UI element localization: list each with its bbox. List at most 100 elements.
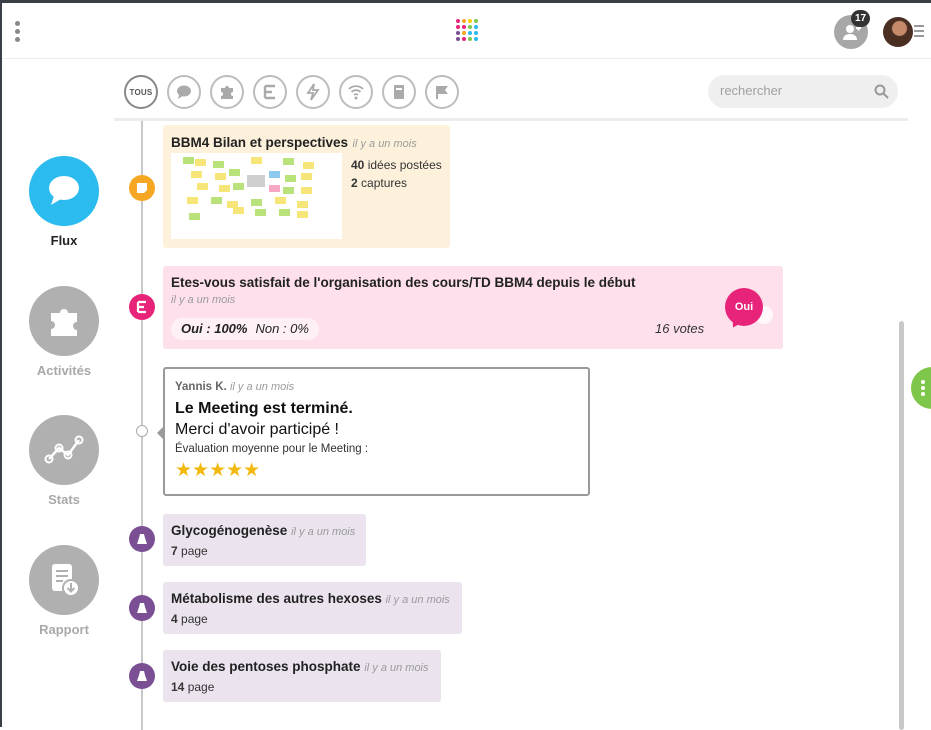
ideas-label: idées postées xyxy=(367,158,442,172)
poll-no-result: Non : 0% xyxy=(255,321,309,336)
captures-stat: 2 captures xyxy=(351,176,407,190)
filter-quick-button[interactable] xyxy=(296,75,330,109)
puzzle-icon xyxy=(51,309,77,336)
nav-rapport-circle xyxy=(29,545,99,615)
poll-card[interactable]: Etes-vous satisfait de l'organisation de… xyxy=(163,266,783,349)
poll-time: il y a un mois xyxy=(171,294,236,306)
user-menu-icon[interactable] xyxy=(914,25,924,40)
meeting-headline: Le Meeting est terminé. xyxy=(175,400,353,417)
brainstorm-dot xyxy=(129,175,155,201)
document-card[interactable]: Glycogénogenèse il y a un mois 7 page xyxy=(163,514,366,566)
poll-vote-count: 16 votes xyxy=(655,321,705,336)
filter-divider xyxy=(114,118,908,121)
flag-icon xyxy=(436,86,448,99)
document-title: Glycogénogenèse xyxy=(171,523,288,538)
side-panel-toggle[interactable] xyxy=(911,367,931,409)
document-card[interactable]: Métabolisme des autres hexoses il y a un… xyxy=(163,582,462,634)
brainstorm-card[interactable]: BBM4 Bilan et perspectives il y a un moi… xyxy=(163,125,450,248)
filter-flag-button[interactable] xyxy=(425,75,459,109)
document-icon xyxy=(137,671,147,681)
poll-dot xyxy=(129,294,155,320)
document-title: Voie des pentoses phosphate xyxy=(171,659,361,674)
document-page-count: 7 xyxy=(171,544,178,558)
document-page-count: 14 xyxy=(171,680,185,694)
document-pages: 4 page xyxy=(171,612,208,626)
feed-scrollbar[interactable] xyxy=(899,321,904,730)
meeting-time: il y a un mois xyxy=(229,381,295,393)
document-dot xyxy=(129,526,155,552)
captures-count: 2 xyxy=(351,176,358,190)
nav-activites-label: Activités xyxy=(36,363,92,378)
app-window: 17 TOUS Flux Activités Stats Rapport xyxy=(0,0,931,730)
nav-flux-label: Flux xyxy=(50,233,78,248)
ideas-count: 40 xyxy=(351,158,365,172)
poll-results: Oui : 100% Non : 0% xyxy=(171,318,319,340)
star-rating: ★★★★★ xyxy=(175,460,261,481)
filter-poll-button[interactable] xyxy=(253,75,287,109)
book-icon xyxy=(394,85,404,99)
filter-chat-button[interactable] xyxy=(167,75,201,109)
search-box xyxy=(708,75,898,108)
nav-rapport-label: Rapport xyxy=(39,622,89,637)
menu-kebab-icon[interactable] xyxy=(15,21,21,43)
meeting-thanks: Merci d'avoir participé ! xyxy=(175,421,339,438)
nav-activites-circle xyxy=(29,286,99,356)
poll-answer-bubble: Oui xyxy=(725,288,763,326)
filter-activity-button[interactable] xyxy=(210,75,244,109)
list-icon xyxy=(263,84,275,100)
document-pages-label: page xyxy=(187,680,215,694)
list-icon xyxy=(136,300,146,314)
meeting-author-line: Yannis K. il y a un mois xyxy=(175,381,294,393)
meeting-author: Yannis K. xyxy=(175,381,227,393)
search-icon[interactable] xyxy=(874,84,889,99)
graph-icon xyxy=(44,435,84,464)
document-card[interactable]: Voie des pentoses phosphate il y a un mo… xyxy=(163,650,441,702)
document-page-count: 4 xyxy=(171,612,178,626)
wifi-icon xyxy=(348,85,364,100)
document-icon xyxy=(137,534,147,544)
filter-live-button[interactable] xyxy=(339,75,373,109)
nav-flux[interactable]: Flux xyxy=(28,156,100,248)
nav-activites[interactable]: Activités xyxy=(28,286,100,378)
document-pages: 14 page xyxy=(171,680,214,694)
document-dot xyxy=(129,595,155,621)
document-title-line: Glycogénogenèse il y a un mois xyxy=(171,523,355,538)
top-bar: 17 xyxy=(2,3,931,59)
participants-count-badge: 17 xyxy=(851,10,871,27)
nav-stats-circle xyxy=(29,415,99,485)
brainstorm-title: BBM4 Bilan et perspectives xyxy=(171,135,349,150)
captures-label: captures xyxy=(361,176,408,190)
document-dot xyxy=(129,663,155,689)
nav-stats[interactable]: Stats xyxy=(28,415,100,507)
document-title-line: Métabolisme des autres hexoses il y a un… xyxy=(171,591,450,606)
document-icon xyxy=(137,603,147,613)
meeting-end-marker xyxy=(136,425,148,437)
filter-all-label: TOUS xyxy=(129,88,153,97)
poll-yes-result: Oui : 100% xyxy=(181,321,248,336)
document-pages: 7 page xyxy=(171,544,208,558)
document-title: Métabolisme des autres hexoses xyxy=(171,591,382,606)
nav-flux-circle xyxy=(29,156,99,226)
chat-icon xyxy=(177,85,191,99)
report-download-icon xyxy=(52,564,80,597)
meeting-rating-label: Évaluation moyenne pour le Meeting : xyxy=(175,443,369,455)
nav-stats-label: Stats xyxy=(48,492,80,507)
app-logo xyxy=(456,19,482,45)
user-avatar[interactable] xyxy=(883,17,913,47)
puzzle-icon xyxy=(221,86,233,99)
brainstorm-time: il y a un mois xyxy=(352,138,417,150)
feed-filter-bar: TOUS xyxy=(124,75,468,109)
document-title-line: Voie des pentoses phosphate il y a un mo… xyxy=(171,659,429,674)
filter-all-button[interactable]: TOUS xyxy=(124,75,158,109)
lightning-icon xyxy=(306,83,320,101)
search-input[interactable] xyxy=(720,83,860,98)
poll-title: Etes-vous satisfait de l'organisation de… xyxy=(171,275,636,290)
meeting-summary-card: Yannis K. il y a un mois Le Meeting est … xyxy=(157,367,590,496)
nav-rapport[interactable]: Rapport xyxy=(28,545,100,637)
ideas-stat: 40 idées postées xyxy=(351,158,442,172)
document-pages-label: page xyxy=(181,612,208,626)
brainstorm-board-thumbnail[interactable] xyxy=(171,153,342,239)
document-time: il y a un mois xyxy=(364,662,429,674)
chat-bubble-icon xyxy=(49,176,79,205)
filter-document-button[interactable] xyxy=(382,75,416,109)
